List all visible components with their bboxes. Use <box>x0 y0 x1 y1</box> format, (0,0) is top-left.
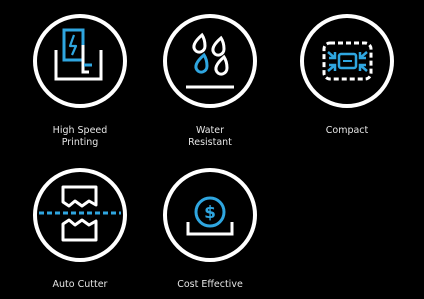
dollar-coin-icon: $ <box>163 168 257 262</box>
svg-text:$: $ <box>204 203 216 223</box>
compact-printer-icon <box>300 14 394 108</box>
feature-label: High Speed Printing <box>52 125 108 148</box>
feature-label: Compact <box>325 125 369 136</box>
feature-label: Cost Effective <box>177 279 243 290</box>
printer-icon <box>33 14 127 108</box>
feature-high-speed-printing: High Speed Printing <box>25 0 135 149</box>
water-drops-icon <box>163 14 257 108</box>
feature-compact: Compact <box>292 0 402 137</box>
feature-auto-cutter: Auto Cutter <box>25 154 135 291</box>
cutter-icon <box>33 168 127 262</box>
feature-label: Auto Cutter <box>52 279 108 290</box>
feature-water-resistant: Water Resistant <box>155 0 265 149</box>
feature-label: Water Resistant <box>188 125 232 148</box>
feature-cost-effective: $ Cost Effective <box>155 154 265 291</box>
